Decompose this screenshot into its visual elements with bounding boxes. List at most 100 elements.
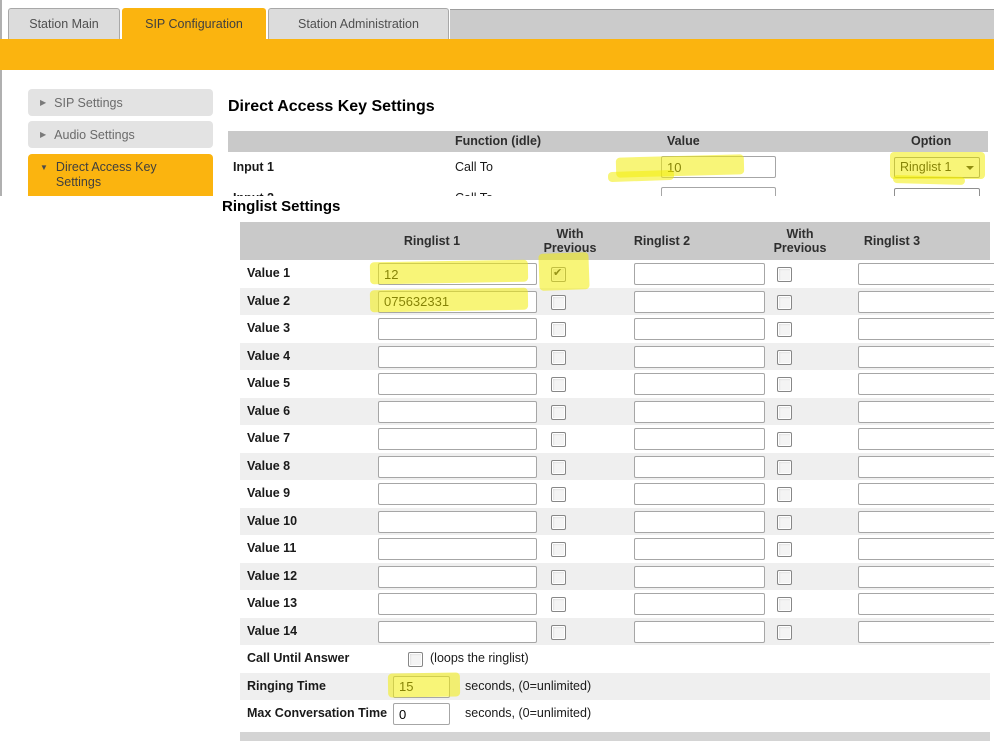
ringlist2-input[interactable]	[634, 456, 765, 478]
ringlist2-input[interactable]	[634, 401, 765, 423]
with-previous-checkbox[interactable]	[777, 350, 792, 365]
with-previous-checkbox[interactable]	[777, 267, 792, 282]
with-previous-checkbox[interactable]	[551, 625, 566, 640]
ringlist-value-row: Value 13	[240, 590, 990, 618]
ringlist1-input[interactable]	[378, 566, 537, 588]
ringlist3-input[interactable]	[858, 318, 994, 340]
sidebar-item-audio-settings[interactable]: ▶ Audio Settings	[28, 121, 213, 148]
value-input[interactable]	[661, 156, 776, 178]
with-previous-checkbox[interactable]	[777, 460, 792, 475]
ringlist1-input[interactable]	[378, 346, 537, 368]
with-previous-checkbox[interactable]	[777, 597, 792, 612]
row-label: Value 9	[247, 480, 290, 508]
ringlist1-input[interactable]	[378, 456, 537, 478]
with-previous-checkbox[interactable]	[777, 377, 792, 392]
ringlist2-input[interactable]	[634, 318, 765, 340]
ringlist1-input[interactable]	[378, 593, 537, 615]
with-previous-checkbox[interactable]	[777, 322, 792, 337]
with-previous-checkbox[interactable]	[777, 405, 792, 420]
ringlist3-input[interactable]	[858, 593, 994, 615]
ringlist1-input[interactable]	[378, 538, 537, 560]
ringlist2-input[interactable]	[634, 263, 765, 285]
ringlist3-input[interactable]	[858, 291, 994, 313]
ringlist2-input[interactable]	[634, 373, 765, 395]
ringlist2-input[interactable]	[634, 593, 765, 615]
ringlist-value-row: Value 4	[240, 343, 990, 371]
ringlist1-input[interactable]	[378, 263, 537, 285]
sidebar-item-label: Direct Access Key Settings	[56, 160, 196, 190]
chevron-right-icon: ▶	[40, 130, 46, 139]
option-select[interactable]: Ringlist 1	[894, 157, 980, 178]
tab-sip-configuration[interactable]: SIP Configuration	[122, 8, 266, 39]
ringlist3-input[interactable]	[858, 373, 994, 395]
row-label: Value 1	[247, 260, 290, 288]
ringing-time-input[interactable]	[393, 676, 450, 698]
ringlist3-input[interactable]	[858, 538, 994, 560]
ringlist1-input[interactable]	[378, 401, 537, 423]
sidebar-item-sip-settings[interactable]: ▶ SIP Settings	[28, 89, 213, 116]
row-label: Value 4	[247, 343, 290, 371]
ringlist1-input[interactable]	[378, 373, 537, 395]
chevron-down-icon: ▼	[40, 163, 48, 172]
with-previous-checkbox[interactable]	[551, 487, 566, 502]
row-label: Value 11	[247, 535, 296, 563]
with-previous-checkbox[interactable]	[551, 295, 566, 310]
with-previous-checkbox[interactable]	[551, 350, 566, 365]
with-previous-checkbox[interactable]	[777, 542, 792, 557]
with-previous-checkbox[interactable]	[551, 597, 566, 612]
ringlist1-input[interactable]	[378, 511, 537, 533]
tab-station-administration[interactable]: Station Administration	[268, 8, 449, 39]
ringlist1-input[interactable]	[378, 291, 537, 313]
tab-station-main[interactable]: Station Main	[8, 8, 120, 39]
ringlist1-input[interactable]	[378, 483, 537, 505]
with-previous-checkbox[interactable]	[551, 322, 566, 337]
call-until-answer-checkbox[interactable]	[408, 652, 423, 667]
with-previous-checkbox[interactable]	[777, 432, 792, 447]
ringlist1-input[interactable]	[378, 621, 537, 643]
ringlist2-input[interactable]	[634, 428, 765, 450]
ringlist-value-row: Value 2	[240, 288, 990, 316]
column-header-ringlist2: Ringlist 2	[602, 234, 722, 248]
sidebar-item-direct-access-key-settings[interactable]: ▼ Direct Access Key Settings	[28, 154, 213, 200]
with-previous-checkbox[interactable]	[777, 295, 792, 310]
ringlist3-input[interactable]	[858, 511, 994, 533]
ringlist3-input[interactable]	[858, 483, 994, 505]
with-previous-checkbox[interactable]	[551, 432, 566, 447]
ringlist2-input[interactable]	[634, 621, 765, 643]
with-previous-checkbox[interactable]	[777, 570, 792, 585]
ringlist2-input[interactable]	[634, 291, 765, 313]
row-label: Value 13	[247, 590, 297, 618]
ringlist3-input[interactable]	[858, 621, 994, 643]
page-title: Direct Access Key Settings	[228, 98, 435, 116]
selected-option: Ringlist 1	[900, 160, 951, 174]
max-conversation-time-input[interactable]	[393, 703, 450, 725]
ringlist3-input[interactable]	[858, 346, 994, 368]
ringlist3-input[interactable]	[858, 456, 994, 478]
row-label: Value 12	[247, 563, 297, 591]
ringlist3-input[interactable]	[858, 263, 994, 285]
with-previous-checkbox[interactable]	[777, 487, 792, 502]
ringlist2-input[interactable]	[634, 511, 765, 533]
ringlist3-input[interactable]	[858, 428, 994, 450]
with-previous-checkbox[interactable]	[777, 625, 792, 640]
with-previous-checkbox[interactable]	[551, 405, 566, 420]
ringlist2-input[interactable]	[634, 566, 765, 588]
with-previous-checkbox[interactable]	[551, 515, 566, 530]
with-previous-checkbox[interactable]	[551, 460, 566, 475]
panel-title: Ringlist Settings	[222, 198, 340, 215]
ringlist2-input[interactable]	[634, 538, 765, 560]
ringlist3-input[interactable]	[858, 566, 994, 588]
ringlist1-input[interactable]	[378, 428, 537, 450]
with-previous-checkbox[interactable]	[551, 267, 566, 282]
ringlist2-input[interactable]	[634, 346, 765, 368]
sidebar-item-label: Audio Settings	[54, 128, 135, 142]
with-previous-checkbox[interactable]	[551, 377, 566, 392]
column-header-function: Function (idle)	[455, 131, 541, 152]
ringlist2-input[interactable]	[634, 483, 765, 505]
with-previous-checkbox[interactable]	[551, 570, 566, 585]
ringlist3-input[interactable]	[858, 401, 994, 423]
checkbox-caption: (loops the ringlist)	[430, 645, 529, 673]
with-previous-checkbox[interactable]	[777, 515, 792, 530]
with-previous-checkbox[interactable]	[551, 542, 566, 557]
ringlist1-input[interactable]	[378, 318, 537, 340]
